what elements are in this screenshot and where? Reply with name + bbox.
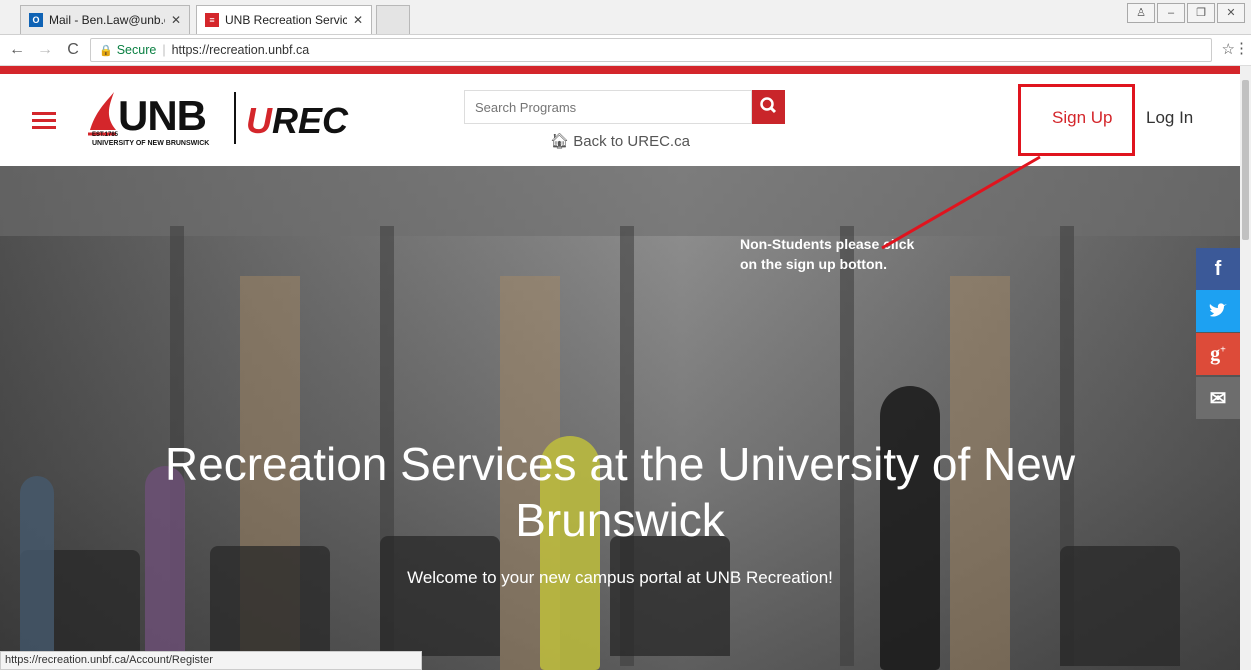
- email-icon: ✉: [1209, 387, 1227, 410]
- logo-urec: UREC: [246, 100, 349, 141]
- close-icon[interactable]: ✕: [171, 13, 181, 27]
- twitter-icon: [1209, 303, 1227, 317]
- browser-tabstrip: O Mail - Ben.Law@unb.ca ✕ ≡ UNB Recreati…: [0, 0, 1251, 35]
- treadmill: [1060, 546, 1180, 666]
- search-programs: [464, 90, 785, 124]
- annotation-text: Non-Students please click on the sign up…: [740, 236, 915, 272]
- twitter-share-button[interactable]: [1196, 290, 1240, 332]
- email-share-button[interactable]: ✉: [1196, 377, 1240, 419]
- unb-flame-logo-icon: [88, 92, 116, 136]
- hero-title: Recreation Services at the University of…: [164, 438, 1076, 546]
- annotation-highlight-box: [1018, 84, 1135, 156]
- site-header: UNB EST.1785 UNIVERSITY OF NEW BRUNSWICK…: [0, 74, 1240, 166]
- browser-tab-urec[interactable]: ≡ UNB Recreation Services ✕: [196, 5, 372, 34]
- bookmark-star-icon[interactable]: ☆: [1222, 40, 1235, 58]
- hamburger-menu-icon[interactable]: [32, 112, 56, 130]
- google-plus-share-button[interactable]: g+: [1196, 333, 1240, 375]
- back-arrow-icon[interactable]: ←: [6, 41, 28, 59]
- urec-favicon-icon: ≡: [205, 13, 219, 27]
- tab-title: Mail - Ben.Law@unb.ca: [49, 13, 165, 27]
- new-tab-button[interactable]: [376, 5, 410, 34]
- close-window-icon[interactable]: ✕: [1217, 3, 1245, 23]
- search-button[interactable]: [752, 90, 785, 124]
- status-bar-url: https://recreation.unbf.ca/Account/Regis…: [0, 651, 422, 670]
- treadmill: [610, 536, 730, 656]
- forward-arrow-icon[interactable]: →: [34, 41, 56, 59]
- treadmill: [380, 536, 500, 656]
- logo-est: EST.1785: [92, 132, 119, 138]
- search-icon: [760, 97, 777, 114]
- user-icon[interactable]: ♙: [1127, 3, 1155, 23]
- page-scrollbar[interactable]: [1240, 66, 1251, 670]
- close-icon[interactable]: ✕: [353, 13, 363, 27]
- reload-icon[interactable]: C: [62, 41, 84, 59]
- runner: [20, 476, 54, 670]
- brand-top-stripe: [0, 66, 1251, 74]
- logo-university-name: UNIVERSITY OF NEW BRUNSWICK: [92, 140, 210, 147]
- window-controls: ♙ – ❐ ✕: [1127, 3, 1245, 23]
- browser-toolbar: ← → C 🔒 Secure | https://recreation.unbf…: [0, 35, 1251, 66]
- facebook-icon: f: [1214, 257, 1222, 280]
- search-input[interactable]: [464, 90, 752, 124]
- hero-subtitle: Welcome to your new campus portal at UNB…: [407, 568, 833, 587]
- browser-tab-mail[interactable]: O Mail - Ben.Law@unb.ca ✕: [20, 5, 190, 34]
- outlook-icon: O: [29, 13, 43, 27]
- hero-banner: Non-Students please click on the sign up…: [0, 166, 1240, 670]
- scrollbar-thumb[interactable]: [1242, 80, 1249, 240]
- divider: |: [162, 43, 166, 57]
- logo-divider: [234, 92, 236, 144]
- maximize-icon[interactable]: ❐: [1187, 3, 1215, 23]
- logo-unb: UNB: [118, 92, 207, 139]
- minimize-icon[interactable]: –: [1157, 3, 1185, 23]
- browser-menu-icon[interactable]: ⋮: [1234, 39, 1249, 57]
- address-bar[interactable]: 🔒 Secure | https://recreation.unbf.ca: [90, 38, 1212, 62]
- home-icon: 🏠︎: [550, 133, 570, 150]
- secure-label: Secure: [116, 43, 157, 57]
- facebook-share-button[interactable]: f: [1196, 248, 1240, 290]
- treadmill: [210, 546, 330, 666]
- unb-urec-logo[interactable]: UNB EST.1785 UNIVERSITY OF NEW BRUNSWICK…: [86, 88, 366, 152]
- url-text: https://recreation.unbf.ca: [171, 43, 310, 57]
- log-in-link[interactable]: Log In: [1146, 108, 1193, 128]
- google-plus-icon: g+: [1210, 342, 1226, 365]
- tab-title: UNB Recreation Services: [225, 13, 347, 27]
- back-to-urec-link[interactable]: 🏠︎ Back to UREC.ca: [550, 132, 690, 150]
- lock-icon: 🔒: [99, 44, 113, 57]
